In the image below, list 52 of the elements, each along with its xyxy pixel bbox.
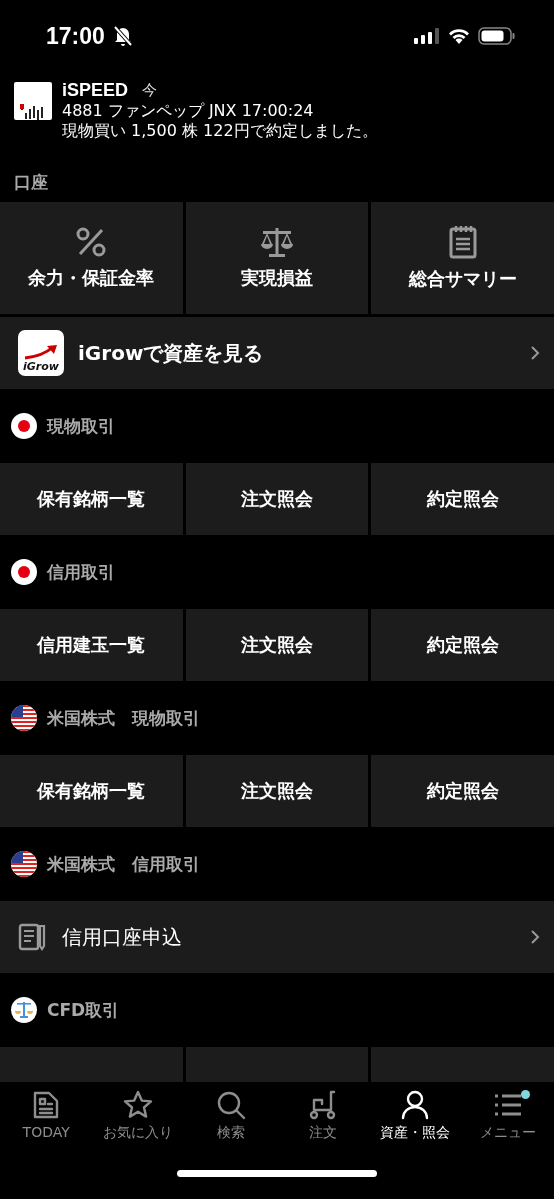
signal-icon bbox=[414, 28, 440, 44]
menu-tile[interactable]: 保有銘柄一覧 bbox=[0, 755, 183, 827]
tab[interactable]: 検索 bbox=[184, 1090, 277, 1142]
menu-tile[interactable]: 約定照会 bbox=[371, 463, 554, 535]
japan-flag-icon bbox=[11, 559, 37, 585]
us-flag-icon bbox=[11, 705, 37, 731]
section-title: 現物取引 bbox=[47, 414, 115, 438]
section-label: 口座 bbox=[14, 170, 48, 194]
tab[interactable]: 注文 bbox=[277, 1090, 370, 1142]
tab[interactable]: 資産・照会 bbox=[369, 1090, 462, 1142]
list-link[interactable]: 信用口座申込 bbox=[0, 901, 554, 973]
notification-text: 4881 ファンペップ JNX 17:00:24 bbox=[62, 101, 315, 121]
menu-tile[interactable]: 信用建玉一覧 bbox=[0, 609, 183, 681]
notification-app-name: iSPEED bbox=[62, 80, 129, 101]
menu-tile[interactable]: 実現損益 bbox=[185, 202, 369, 314]
chevron-right-icon bbox=[530, 929, 540, 945]
app-logo bbox=[14, 82, 52, 120]
user-icon bbox=[400, 1090, 431, 1120]
menu-tile[interactable]: 余力・保証金率 bbox=[0, 202, 183, 314]
menu-tile[interactable]: 約定照会 bbox=[371, 609, 554, 681]
notepad-icon bbox=[448, 225, 477, 259]
status-time: 17:00 bbox=[46, 22, 105, 50]
menu-tile[interactable]: 約定照会 bbox=[371, 755, 554, 827]
battery-icon bbox=[478, 27, 516, 45]
section-title: 米国株式 信用取引 bbox=[47, 852, 200, 876]
search-icon bbox=[215, 1090, 246, 1120]
percent-icon bbox=[75, 226, 108, 258]
star-icon bbox=[123, 1090, 154, 1120]
menu-tile[interactable]: 総合サマリー bbox=[371, 202, 554, 314]
scale-icon bbox=[259, 226, 295, 258]
arrow-icon bbox=[23, 344, 59, 360]
wifi-icon bbox=[448, 28, 470, 44]
section-title: 信用取引 bbox=[47, 560, 115, 584]
menu-tile[interactable]: 注文照会 bbox=[185, 609, 369, 681]
tab[interactable]: お気に入り bbox=[92, 1090, 185, 1142]
tab[interactable]: メニュー bbox=[461, 1090, 554, 1142]
notification-text: 現物買い 1,500 株 122円で約定しました。 bbox=[62, 121, 378, 141]
chevron-right-icon bbox=[530, 345, 540, 361]
notification-banner[interactable]: iSPEED 今 4881 ファンペップ JNX 17:00:24 現物買い 1,500 株 122円で約定しました。 bbox=[0, 72, 554, 162]
menu-tile[interactable]: 注文照会 bbox=[185, 463, 369, 535]
japan-flag-icon bbox=[11, 413, 37, 439]
form-icon bbox=[18, 923, 48, 951]
menu-tile[interactable]: 注文照会 bbox=[185, 755, 369, 827]
igrow-link[interactable]: iGrow iGrowで資産を見る bbox=[0, 317, 554, 389]
section-title: 米国株式 現物取引 bbox=[47, 706, 200, 730]
section-title: CFD取引 bbox=[47, 998, 120, 1022]
menu-tile[interactable]: 保有銘柄一覧 bbox=[0, 463, 183, 535]
tab[interactable]: TODAY bbox=[0, 1090, 93, 1142]
us-flag-icon bbox=[11, 851, 37, 877]
notification-time: 今 bbox=[142, 81, 158, 100]
logo-text: iGrow bbox=[23, 360, 59, 373]
scale-icon bbox=[11, 997, 37, 1023]
